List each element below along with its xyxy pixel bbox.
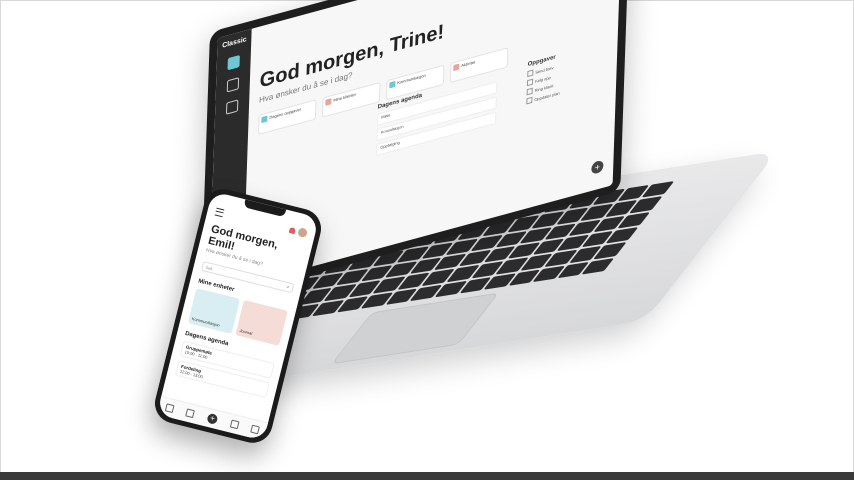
tile-communication[interactable]: Kommunikasjon	[187, 288, 241, 334]
card-label: Dagens oppgaver	[269, 106, 302, 121]
checkbox[interactable]	[526, 78, 534, 87]
checkbox[interactable]	[526, 87, 533, 96]
bell-icon[interactable]	[288, 226, 297, 234]
card-icon	[453, 63, 460, 72]
card-label: Kommunikasjon	[397, 72, 426, 86]
keyboard-key	[629, 196, 663, 214]
calendar-icon[interactable]	[229, 419, 240, 430]
folder-icon[interactable]	[225, 99, 239, 115]
card-icon	[325, 98, 332, 106]
avatar[interactable]	[297, 227, 309, 239]
card-label: Aktivitet	[461, 59, 476, 69]
bottom-bar	[0, 472, 854, 480]
add-button[interactable]: +	[591, 159, 604, 175]
topbar-actions	[288, 225, 309, 239]
quick-card[interactable]: Mine klienter	[321, 81, 381, 118]
home-icon[interactable]	[164, 403, 175, 414]
card-icon	[261, 115, 268, 124]
add-button[interactable]: +	[206, 412, 219, 425]
home-icon[interactable]	[227, 54, 240, 71]
tile-journal[interactable]: Journal	[235, 299, 288, 346]
keyboard-key	[641, 181, 675, 198]
calendar-icon[interactable]	[226, 77, 240, 93]
folder-icon[interactable]	[250, 424, 261, 435]
card-label: Mine klienter	[333, 91, 357, 103]
users-icon[interactable]	[185, 408, 196, 419]
app-logo: Classic	[221, 36, 247, 50]
tile-label: Journal	[238, 327, 253, 336]
tile-label: Kommunikasjon	[191, 316, 221, 328]
menu-icon[interactable]	[214, 207, 225, 217]
keyboard-key	[593, 242, 627, 260]
checkbox[interactable]	[526, 96, 533, 105]
card-icon	[389, 80, 396, 89]
quick-card[interactable]: Dagens oppgaver	[257, 99, 317, 136]
checkbox[interactable]	[527, 69, 534, 78]
